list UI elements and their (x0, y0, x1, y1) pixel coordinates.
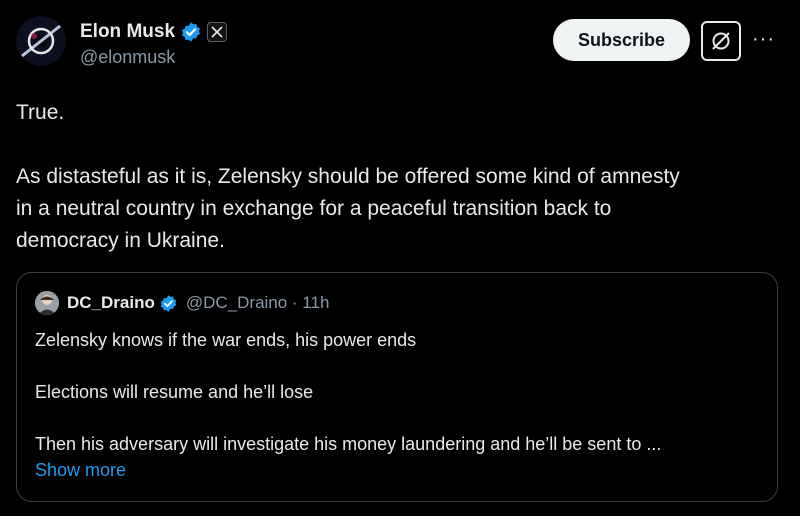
quoted-post[interactable]: DC_Draino @DC_Draino · 11h Zelensky know… (16, 272, 778, 502)
author-name[interactable]: Elon Musk (80, 21, 175, 43)
subscribe-button[interactable]: Subscribe (553, 19, 690, 61)
quoted-avatar[interactable] (35, 291, 59, 315)
verified-badge-icon (160, 294, 177, 312)
grok-button[interactable] (701, 21, 741, 61)
author-block: Elon Musk @elonmusk (80, 20, 228, 68)
quoted-line: Elections will resume and he’ll lose (35, 382, 314, 402)
x-logo-icon (207, 22, 228, 42)
post-line: in a neutral country in exchange for a p… (16, 197, 612, 220)
avatar[interactable] (16, 16, 66, 66)
grok-icon (712, 32, 730, 50)
quoted-handle-time: @DC_Draino · 11h (185, 293, 330, 312)
more-options-icon[interactable]: ··· (752, 28, 775, 51)
quoted-post-text: Zelensky knows if the war ends, his powe… (35, 327, 765, 483)
verified-badge-icon (182, 22, 200, 42)
post-line: democracy in Ukraine. (16, 229, 225, 252)
quoted-post-header: DC_Draino @DC_Draino · 11h (35, 291, 329, 315)
quoted-line: Zelensky knows if the war ends, his powe… (35, 330, 417, 350)
post-line: True. (16, 101, 65, 124)
show-more-link[interactable]: Show more (35, 457, 765, 483)
author-handle[interactable]: @elonmusk (80, 47, 227, 68)
post-line: As distasteful as it is, Zelensky should… (16, 165, 680, 188)
avatar-image (17, 17, 65, 65)
quoted-avatar-image (35, 291, 59, 315)
quoted-line: Then his adversary will investigate his … (35, 434, 662, 454)
post-text: True. As distasteful as it is, Zelensky … (16, 97, 786, 257)
quoted-author-name[interactable]: DC_Draino (67, 293, 155, 313)
